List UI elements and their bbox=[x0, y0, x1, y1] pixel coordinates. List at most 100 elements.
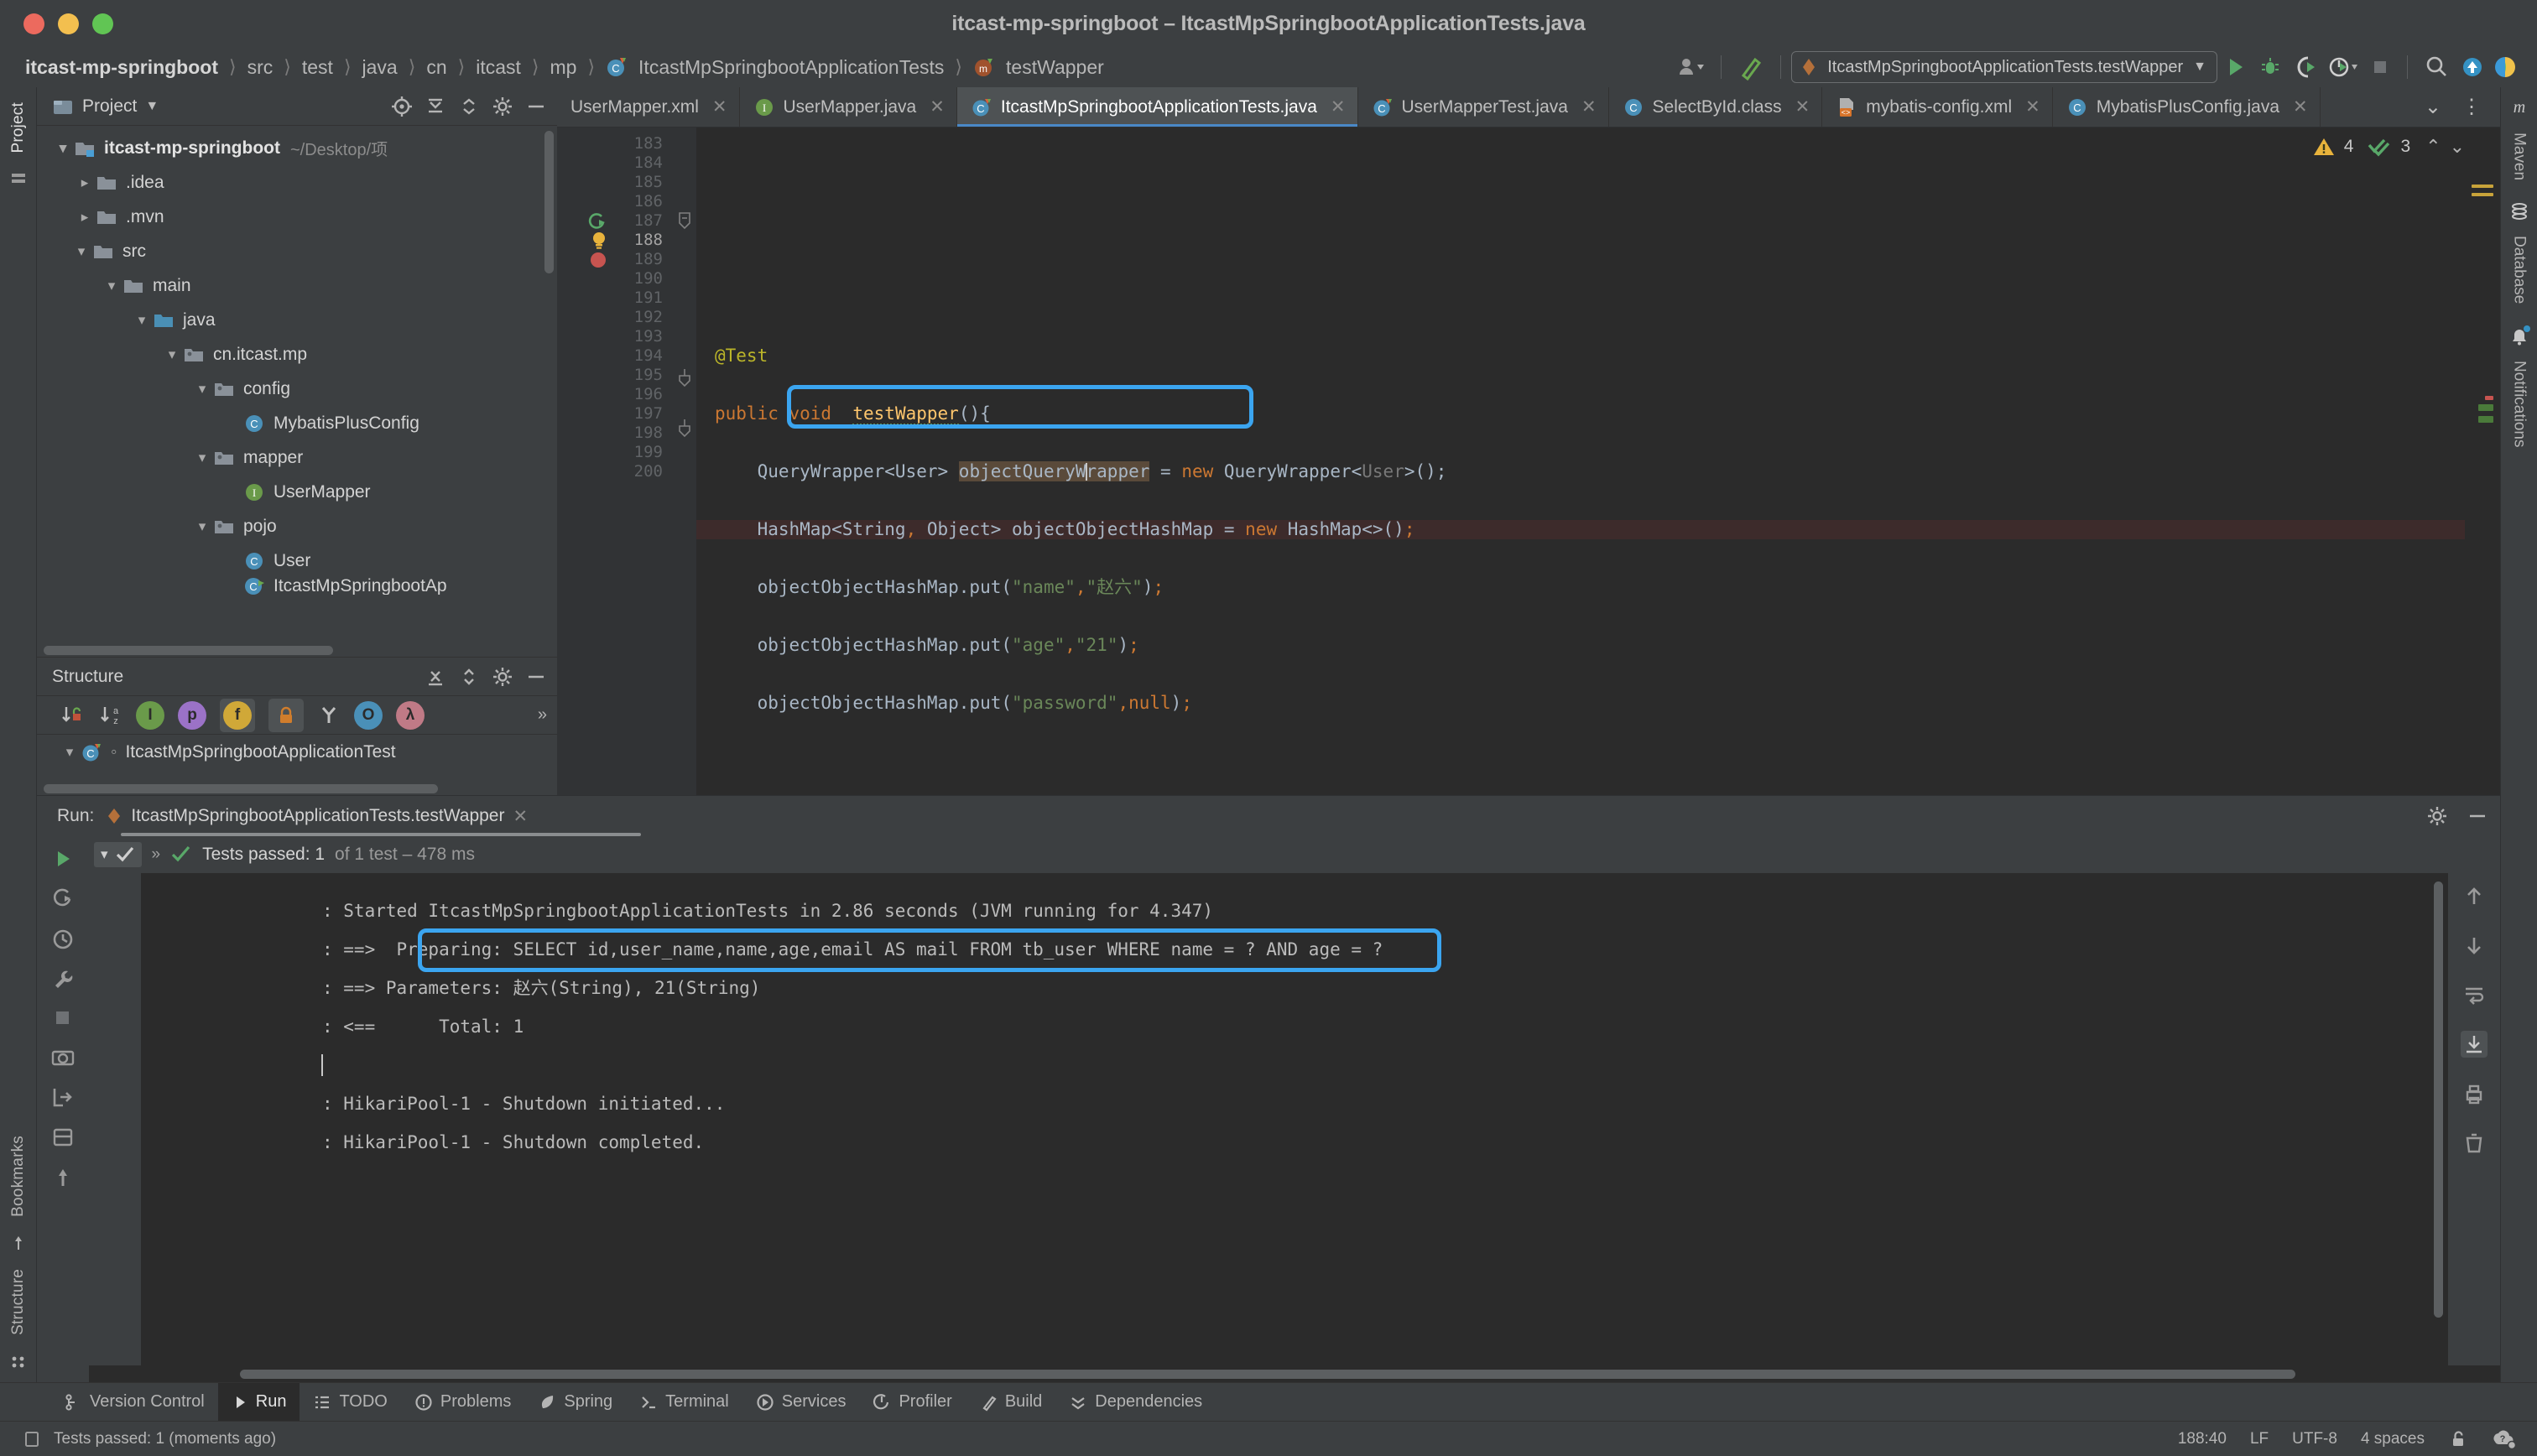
export-icon[interactable] bbox=[50, 1084, 76, 1110]
tool-window-project[interactable]: Project bbox=[9, 94, 28, 162]
expand-chevrons-icon[interactable]: » bbox=[152, 845, 161, 864]
tool-window-button-version-control[interactable]: Version Control bbox=[50, 1383, 218, 1421]
chevron-down-icon[interactable]: ▾ bbox=[59, 744, 81, 761]
scroll-down-icon[interactable] bbox=[2462, 933, 2486, 957]
editor-tab-usermapper-xml[interactable]: UserMapper.xml ✕ bbox=[557, 87, 740, 127]
unlocked-icon[interactable] bbox=[2448, 1429, 2468, 1449]
tool-window-button-terminal[interactable]: Terminal bbox=[626, 1383, 742, 1421]
chevron-down-icon[interactable]: ▾ bbox=[161, 346, 183, 363]
stop-icon[interactable] bbox=[52, 1007, 74, 1029]
structure-tree[interactable]: ▾ C ◦ ItcastMpSpringbootApplicationTest bbox=[37, 735, 557, 795]
tree-item-main[interactable]: ▾ main bbox=[37, 268, 557, 303]
run-icon[interactable] bbox=[2217, 50, 2253, 84]
editor-tab-selectbyid-class[interactable]: C SelectById.class ✕ bbox=[1609, 87, 1823, 127]
database-side-icon[interactable] bbox=[9, 1352, 28, 1370]
chevron-down-icon[interactable]: ⌄ bbox=[2416, 95, 2450, 119]
gear-icon[interactable] bbox=[492, 666, 513, 688]
chevron-down-icon[interactable]: ⌄ bbox=[2450, 136, 2465, 158]
close-icon[interactable]: ✕ bbox=[712, 96, 727, 117]
editor-tab-mybatisplusconfig[interactable]: C MybatisPlusConfig.java ✕ bbox=[2053, 87, 2321, 127]
close-window-button[interactable] bbox=[23, 13, 44, 34]
run-console-output[interactable]: : Started ItcastMpSpringbootApplicationT… bbox=[141, 873, 2448, 1365]
minimize-window-button[interactable] bbox=[58, 13, 79, 34]
tree-item-mvn[interactable]: ▸ .mvn bbox=[37, 200, 557, 234]
stop-icon[interactable] bbox=[2363, 50, 2397, 84]
structure-item-class[interactable]: ▾ C ◦ ItcastMpSpringbootApplicationTest bbox=[37, 735, 557, 769]
breadcrumb-item-mp[interactable]: mp bbox=[547, 55, 581, 81]
chevron-down-icon[interactable]: ▾ bbox=[101, 278, 122, 294]
tool-window-notifications[interactable]: Notifications bbox=[2510, 361, 2529, 448]
breadcrumb-item-method[interactable]: testWapper bbox=[1003, 55, 1107, 81]
close-icon[interactable]: ✕ bbox=[2293, 96, 2308, 117]
breadcrumb-item-src[interactable]: src bbox=[244, 55, 277, 81]
expand-all-icon[interactable] bbox=[425, 666, 446, 688]
tree-item-package-cn-itcast-mp[interactable]: ▾ cn.itcast.mp bbox=[37, 337, 557, 372]
fold-region-icon[interactable] bbox=[677, 369, 692, 387]
breadcrumb-item-java[interactable]: java bbox=[359, 55, 401, 81]
scroll-to-end-icon[interactable] bbox=[2461, 1031, 2488, 1058]
rerun-failed-icon[interactable] bbox=[50, 887, 76, 912]
code-editor[interactable]: 183 184 185 186 187 188 bbox=[557, 127, 2500, 795]
hide-icon[interactable] bbox=[2467, 805, 2488, 827]
test-tree-column[interactable] bbox=[89, 873, 141, 1365]
tool-window-button-todo[interactable]: TODO bbox=[300, 1383, 400, 1421]
maximize-window-button[interactable] bbox=[92, 13, 113, 34]
intention-bulb-icon[interactable] bbox=[591, 231, 607, 251]
user-profile-icon[interactable] bbox=[1672, 50, 1711, 84]
tree-item-interface-usermapper[interactable]: I UserMapper bbox=[37, 475, 557, 509]
fold-region-icon[interactable] bbox=[677, 211, 692, 230]
close-icon[interactable]: ✕ bbox=[2025, 96, 2040, 117]
scroll-thumb[interactable] bbox=[240, 1370, 2295, 1379]
run-tab[interactable]: ItcastMpSpringbootApplicationTests.testW… bbox=[106, 806, 528, 827]
profiler-icon[interactable] bbox=[2323, 50, 2363, 84]
breadcrumb-item-cn[interactable]: cn bbox=[423, 55, 450, 81]
tool-window-button-spring[interactable]: Spring bbox=[524, 1383, 626, 1421]
update-project-icon[interactable] bbox=[2455, 50, 2490, 84]
hide-icon[interactable] bbox=[525, 96, 547, 117]
breadcrumb-item-itcast[interactable]: itcast bbox=[472, 55, 524, 81]
help-gear-icon[interactable]: ? bbox=[2492, 1428, 2517, 1450]
editor-fold-column[interactable] bbox=[675, 127, 696, 795]
ai-assistant-icon[interactable] bbox=[2490, 50, 2525, 84]
stripe-warning[interactable] bbox=[2472, 185, 2493, 188]
tool-window-button-problems[interactable]: Problems bbox=[401, 1383, 524, 1421]
gear-icon[interactable] bbox=[2426, 805, 2448, 827]
close-icon[interactable]: ✕ bbox=[1331, 96, 1346, 117]
chevron-down-icon[interactable]: ▾ bbox=[191, 381, 213, 398]
expand-all-icon[interactable] bbox=[425, 96, 446, 117]
tool-window-button-run[interactable]: Run bbox=[218, 1383, 300, 1421]
chevron-down-icon[interactable]: ▾ bbox=[191, 450, 213, 466]
collapse-all-icon[interactable] bbox=[458, 96, 480, 117]
editor-tab-usermappertest[interactable]: C UserMapperTest.java ✕ bbox=[1358, 87, 1609, 127]
show-objects-icon[interactable]: O bbox=[354, 701, 383, 730]
chevron-down-icon[interactable]: ▼ bbox=[145, 99, 159, 114]
rerun-icon[interactable] bbox=[50, 846, 76, 871]
run-with-coverage-icon[interactable] bbox=[2288, 50, 2323, 84]
chevron-down-icon[interactable]: ▾ bbox=[52, 140, 74, 157]
sort-alphabetically-icon[interactable]: az bbox=[97, 703, 122, 728]
fold-region-icon[interactable] bbox=[677, 419, 692, 438]
status-message[interactable]: Tests passed: 1 (moments ago) bbox=[54, 1430, 276, 1448]
hammer-build-icon[interactable] bbox=[1732, 50, 1770, 84]
indent-setting[interactable]: 4 spaces bbox=[2361, 1430, 2425, 1448]
tool-window-bookmarks[interactable]: Bookmarks bbox=[9, 1127, 28, 1225]
layout-icon[interactable] bbox=[50, 1125, 76, 1150]
code-text[interactable]: @Test public void testWapper(){ QueryWra… bbox=[696, 127, 2500, 795]
error-stripe-marker-panel[interactable] bbox=[2465, 127, 2500, 795]
database-icon[interactable] bbox=[2508, 200, 2530, 222]
project-tree-horizontal-scrollbar[interactable] bbox=[37, 643, 557, 657]
tree-item-project-root[interactable]: ▾ itcast-mp-springboot ~/Desktop/项 bbox=[37, 131, 557, 165]
scroll-up-icon[interactable] bbox=[2462, 885, 2486, 908]
file-encoding[interactable]: UTF-8 bbox=[2292, 1430, 2337, 1448]
notifications-icon[interactable] bbox=[2508, 324, 2531, 347]
pin-icon[interactable] bbox=[9, 1234, 28, 1252]
chevron-right-icon[interactable]: ▸ bbox=[74, 209, 96, 226]
tool-window-button-services[interactable]: Services bbox=[742, 1383, 860, 1421]
window-controls[interactable] bbox=[0, 13, 113, 34]
tree-item-java[interactable]: ▾ java bbox=[37, 303, 557, 337]
close-icon[interactable]: ✕ bbox=[930, 96, 945, 117]
soft-wrap-icon[interactable] bbox=[2462, 982, 2486, 1006]
tool-window-database[interactable]: Database bbox=[2510, 236, 2529, 304]
chevron-down-icon[interactable]: ▾ bbox=[191, 518, 213, 535]
project-tree-vertical-scrollbar[interactable] bbox=[544, 131, 554, 273]
